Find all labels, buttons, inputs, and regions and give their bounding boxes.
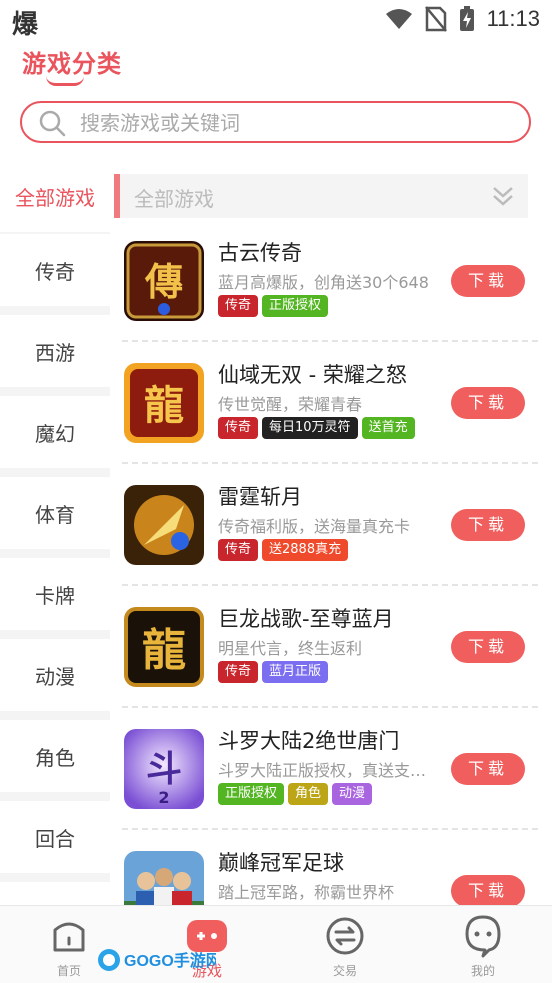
game-tag: 蓝月正版 bbox=[262, 661, 329, 683]
title-underline bbox=[46, 76, 84, 86]
category-accent-bar bbox=[114, 174, 120, 218]
game-desc: 传世觉醒，荣耀青春 bbox=[218, 395, 363, 414]
nav-label-profile: 我的 bbox=[470, 964, 495, 978]
download-button[interactable]: 下载 bbox=[451, 753, 525, 785]
category-dropdown[interactable]: 全部游戏 bbox=[114, 174, 528, 218]
status-time: 11:13 bbox=[486, 6, 540, 31]
trade-icon bbox=[326, 917, 364, 955]
game-list-item[interactable]: 雷霆斩月 传奇福利版，送海量真充卡 传奇 送2888真充 下载 bbox=[122, 485, 538, 607]
sidebar-item-journey-west[interactable]: 西游 bbox=[0, 315, 110, 387]
game-tag: 传奇 bbox=[218, 661, 259, 683]
game-icon-thunder bbox=[124, 485, 204, 565]
game-tag: 角色 bbox=[288, 783, 329, 805]
game-name: 雷霆斩月 bbox=[218, 485, 302, 509]
sidebar-divider bbox=[0, 873, 110, 882]
sidebar-item-fantasy[interactable]: 魔幻 bbox=[0, 396, 110, 468]
game-desc: 踏上冠军路，称霸世界杯 bbox=[218, 883, 395, 902]
game-name: 斗罗大陆2绝世唐门 bbox=[218, 729, 400, 753]
game-tags: 传奇 每日10万灵符 送首充 bbox=[218, 417, 415, 439]
svg-text:龍: 龍 bbox=[144, 382, 184, 429]
sidebar-divider bbox=[0, 306, 110, 315]
game-list-item[interactable]: 龍 仙域无双 - 荣耀之怒 传世觉醒，荣耀青春 传奇 每日10万灵符 送首充 下… bbox=[122, 363, 538, 485]
game-icon-legend: 傳 bbox=[124, 241, 204, 321]
sidebar-item-rpg[interactable]: 角色 bbox=[0, 720, 110, 792]
sidebar-item-anime[interactable]: 动漫 bbox=[0, 639, 110, 711]
sidebar-item-turn-based[interactable]: 回合 bbox=[0, 801, 110, 873]
search-icon bbox=[39, 110, 66, 137]
sidebar-divider bbox=[0, 549, 110, 558]
status-icons: 11:13 bbox=[385, 6, 540, 32]
status-bar: 爆 11:13 bbox=[0, 0, 552, 40]
sidebar-item-sports[interactable]: 体育 bbox=[0, 477, 110, 549]
game-tag: 传奇 bbox=[218, 417, 259, 439]
sidebar-divider bbox=[0, 468, 110, 477]
download-button[interactable]: 下载 bbox=[451, 265, 525, 297]
download-button[interactable]: 下载 bbox=[451, 509, 525, 541]
game-name: 古云传奇 bbox=[218, 241, 302, 265]
bottom-nav: 首页 游戏 交易 我的 bbox=[0, 905, 552, 983]
game-tags: 传奇 正版授权 bbox=[218, 295, 329, 317]
game-list-item[interactable]: 傳 古云传奇 蓝月高爆版，创角送30个648 传奇 正版授权 下载 bbox=[122, 241, 538, 363]
sidebar-item-cards[interactable]: 卡牌 bbox=[0, 558, 110, 630]
sidebar-divider bbox=[0, 630, 110, 639]
game-name: 仙域无双 - 荣耀之怒 bbox=[218, 363, 407, 387]
list-divider bbox=[122, 584, 538, 586]
game-tag: 正版授权 bbox=[218, 783, 285, 805]
svg-text:GOGO手游网: GOGO手游网 bbox=[124, 951, 216, 970]
sidebar-item-legend[interactable]: 传奇 bbox=[0, 234, 110, 306]
search-input[interactable] bbox=[80, 109, 500, 137]
game-list-item[interactable]: 斗 2 斗罗大陆2绝世唐门 斗罗大陆正版授权，真送支付宝 正版授权 角色 动漫 … bbox=[122, 729, 538, 851]
list-divider bbox=[122, 462, 538, 464]
gogo-watermark-logo: GOGO手游网 bbox=[96, 946, 222, 980]
svg-text:龍: 龍 bbox=[142, 625, 186, 676]
home-icon bbox=[53, 922, 85, 952]
list-divider bbox=[122, 828, 538, 830]
game-desc: 传奇福利版，送海量真充卡 bbox=[218, 517, 411, 536]
game-tags: 正版授权 角色 动漫 bbox=[218, 783, 373, 805]
status-app-glyph: 爆 bbox=[12, 10, 39, 40]
list-divider bbox=[122, 340, 538, 342]
sidebar-divider bbox=[0, 711, 110, 720]
svg-text:傳: 傳 bbox=[144, 259, 183, 304]
game-tag: 送2888真充 bbox=[262, 539, 349, 561]
game-tag: 送首充 bbox=[361, 417, 415, 439]
list-divider bbox=[122, 706, 538, 708]
game-tags: 传奇 送2888真充 bbox=[218, 539, 349, 561]
category-sidebar: 全部游戏 传奇 西游 魔幻 体育 卡牌 动漫 角色 回合 bbox=[0, 160, 110, 900]
wifi-icon bbox=[385, 9, 412, 29]
game-desc: 明星代言，终生返利 bbox=[218, 639, 363, 658]
svg-text:2: 2 bbox=[158, 788, 169, 807]
page-title: 游戏分类 bbox=[22, 50, 122, 78]
nav-label-trade: 交易 bbox=[332, 964, 357, 978]
game-desc: 蓝月高爆版，创角送30个648 bbox=[218, 273, 429, 292]
download-button[interactable]: 下载 bbox=[451, 631, 525, 663]
game-list-item[interactable]: 龍 巨龙战歌-至尊蓝月 明星代言，终生返利 传奇 蓝月正版 下载 bbox=[122, 607, 538, 729]
game-tag: 每日10万灵符 bbox=[262, 417, 358, 439]
game-tag: 传奇 bbox=[218, 539, 259, 561]
sidebar-divider bbox=[0, 387, 110, 396]
no-sim-icon bbox=[424, 6, 447, 32]
game-tag: 动漫 bbox=[332, 783, 373, 805]
download-button[interactable]: 下载 bbox=[451, 387, 525, 419]
game-name: 巅峰冠军足球 bbox=[218, 851, 344, 875]
profile-icon bbox=[465, 915, 501, 958]
nav-item-trade[interactable]: 交易 bbox=[300, 912, 390, 982]
category-dropdown-label: 全部游戏 bbox=[134, 187, 214, 211]
game-desc: 斗罗大陆正版授权，真送支付宝 bbox=[218, 761, 440, 780]
game-tag: 传奇 bbox=[218, 295, 259, 317]
search-box[interactable] bbox=[20, 101, 531, 143]
game-tags: 传奇 蓝月正版 bbox=[218, 661, 329, 683]
game-icon-dragon-song: 龍 bbox=[124, 607, 204, 687]
game-name: 巨龙战歌-至尊蓝月 bbox=[218, 607, 394, 631]
sidebar-item-all-games[interactable]: 全部游戏 bbox=[0, 160, 110, 232]
double-chevron-down-icon bbox=[493, 187, 513, 206]
game-icon-douluo: 斗 2 bbox=[124, 729, 204, 809]
nav-item-profile[interactable]: 我的 bbox=[438, 912, 528, 982]
game-icon-dragon: 龍 bbox=[124, 363, 204, 443]
svg-text:斗: 斗 bbox=[146, 748, 182, 790]
download-button[interactable]: 下载 bbox=[451, 875, 525, 907]
game-tag: 正版授权 bbox=[262, 295, 329, 317]
sidebar-divider bbox=[0, 792, 110, 801]
battery-charging-icon bbox=[459, 6, 474, 31]
